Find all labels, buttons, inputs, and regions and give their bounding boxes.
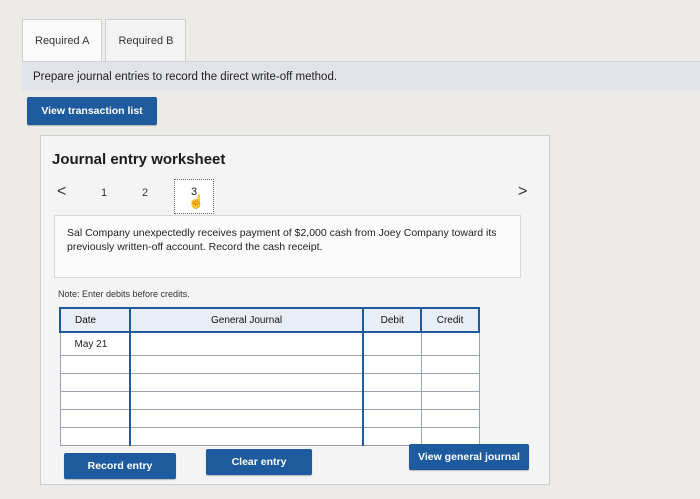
debit-input[interactable] <box>362 427 422 446</box>
debit-input[interactable] <box>362 409 422 428</box>
transaction-description: Sal Company unexpectedly receives paymen… <box>54 215 521 278</box>
date-cell[interactable] <box>59 355 131 374</box>
debit-input[interactable] <box>362 391 422 410</box>
journal-table: Date General Journal Debit Credit May 21 <box>59 307 480 446</box>
table-row <box>59 355 480 374</box>
next-page-icon[interactable]: > <box>518 183 527 201</box>
date-cell[interactable]: May 21 <box>59 331 131 356</box>
page-2-link[interactable]: 2 <box>142 187 148 199</box>
credit-input[interactable] <box>420 391 480 410</box>
tab-bar: Required A Required B <box>22 19 189 62</box>
account-input[interactable] <box>128 373 365 392</box>
table-row: May 21 <box>59 331 480 356</box>
table-row <box>59 427 480 446</box>
account-input[interactable] <box>128 427 365 446</box>
credit-column-header: Credit <box>420 307 480 333</box>
date-cell[interactable] <box>59 409 131 428</box>
account-input[interactable] <box>128 409 365 428</box>
date-column-header: Date <box>59 307 131 333</box>
account-input[interactable] <box>128 331 365 356</box>
date-cell[interactable] <box>59 373 131 392</box>
date-cell[interactable] <box>59 427 131 446</box>
credit-input[interactable] <box>420 409 480 428</box>
table-row <box>59 409 480 428</box>
prev-page-icon[interactable]: < <box>57 183 66 201</box>
record-entry-button[interactable]: Record entry <box>64 453 176 479</box>
account-input[interactable] <box>128 355 365 374</box>
note-text: Note: Enter debits before credits. <box>58 289 190 299</box>
journal-header-row: Date General Journal Debit Credit <box>59 307 480 333</box>
account-input[interactable] <box>128 391 365 410</box>
credit-input[interactable] <box>420 355 480 374</box>
table-row <box>59 373 480 392</box>
view-transaction-list-button[interactable]: View transaction list <box>27 97 157 125</box>
debit-input[interactable] <box>362 331 422 356</box>
debit-input[interactable] <box>362 373 422 392</box>
clear-entry-button[interactable]: Clear entry <box>206 449 312 475</box>
tab-required-a[interactable]: Required A <box>22 19 103 62</box>
hand-cursor-icon: ☝ <box>188 194 205 209</box>
date-cell[interactable] <box>59 391 131 410</box>
instruction-text: Prepare journal entries to record the di… <box>22 61 700 91</box>
worksheet-title: Journal entry worksheet <box>52 151 226 168</box>
journal-entry-worksheet: Journal entry worksheet < 1 2 3 ☝ > Sal … <box>40 135 550 485</box>
debit-input[interactable] <box>362 355 422 374</box>
tab-required-b[interactable]: Required B <box>105 19 187 62</box>
view-general-journal-button[interactable]: View general journal <box>409 444 529 470</box>
credit-input[interactable] <box>420 373 480 392</box>
table-row <box>59 391 480 410</box>
page-1-link[interactable]: 1 <box>101 187 107 199</box>
page-3-current[interactable]: 3 ☝ <box>174 179 214 214</box>
worksheet-pager: < 1 2 3 ☝ > <box>51 179 541 215</box>
general-journal-column-header: General Journal <box>128 307 365 333</box>
credit-input[interactable] <box>420 427 480 446</box>
debit-column-header: Debit <box>362 307 423 333</box>
credit-input[interactable] <box>420 331 480 356</box>
